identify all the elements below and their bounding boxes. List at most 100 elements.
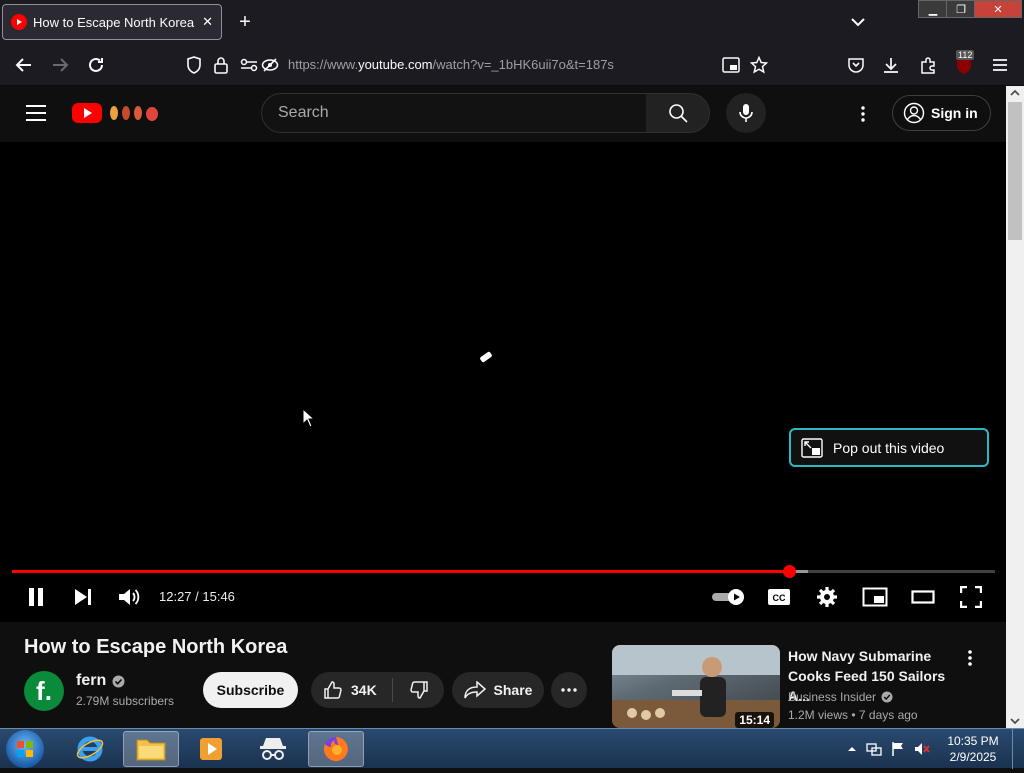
dislike-button[interactable] [393,680,444,700]
pause-button[interactable] [24,583,48,611]
address-bar-url[interactable]: https://www.youtube.com/watch?v=_1bHK6ui… [288,57,614,72]
browser-tab-active[interactable]: How to Escape North Korea - YouTube ✕ [2,4,222,40]
channel-name[interactable]: fern [76,672,106,690]
downloads-button[interactable] [880,54,902,76]
theater-mode-icon [911,590,935,604]
restore-window-button[interactable]: ❐ [946,0,976,18]
back-button[interactable] [13,54,35,76]
incognito-icon [260,738,286,760]
miniplayer-icon [862,587,888,607]
reload-button[interactable] [85,54,107,76]
url-path: /watch?v=_1bHK6uii7o&t=187s [432,57,614,72]
subtitles-button[interactable]: CC [766,583,792,611]
more-actions-button[interactable] [551,672,587,708]
guide-menu-icon[interactable] [26,104,46,122]
verified-badge-icon [881,691,893,703]
recommended-video-meta: 1.2M views • 7 days ago [788,708,918,722]
microphone-icon [739,104,753,122]
channel-name-row[interactable]: fern [76,672,125,690]
new-tab-button[interactable]: + [233,10,257,34]
show-hidden-icons-icon[interactable] [844,741,860,757]
watch-metadata: How to Escape North Korea f. fern 2.79M … [0,622,1006,728]
mute-button[interactable] [117,583,141,611]
eye-slash-icon [261,58,279,72]
skip-next-icon [75,589,91,605]
permissions-icon [240,58,258,72]
tracking-protection-button[interactable] [183,54,205,76]
theater-mode-button[interactable] [909,583,937,611]
youtube-logo-icon[interactable] [72,101,172,125]
scroll-up-icon[interactable] [1006,86,1024,100]
system-clock[interactable]: 10:35 PM 2/9/2025 [942,733,1004,765]
progress-scrubber-handle[interactable] [782,565,796,578]
recommended-more-icon[interactable] [962,648,978,668]
bookmark-button[interactable] [748,54,770,76]
extensions-button[interactable] [917,54,939,76]
tab-list-chevron-icon[interactable] [848,12,868,32]
taskbar-internet-explorer[interactable] [62,731,118,767]
like-button[interactable]: 34K [311,678,393,702]
permissions-button[interactable] [238,54,260,76]
recommended-video-thumbnail[interactable]: 15:14 [612,645,780,728]
pause-icon [29,588,43,606]
scroll-down-icon[interactable] [1006,714,1024,728]
sign-in-label: Sign in [931,105,978,121]
share-button[interactable]: Share [452,672,544,708]
start-button[interactable] [6,730,44,768]
recommended-channel-name[interactable]: Business Insider [788,690,876,704]
firefox-icon [323,737,348,761]
channel-avatar[interactable]: f. [24,671,64,711]
search-input[interactable] [278,104,646,122]
gear-icon [817,587,837,607]
clock-date: 2/9/2025 [949,750,997,764]
scrollbar-thumb[interactable] [1008,102,1022,240]
recommended-channel-row[interactable]: Business Insider [788,690,893,704]
hamburger-menu-icon [993,59,1007,71]
miniplayer-button[interactable] [861,583,889,611]
settings-button[interactable] [814,583,840,611]
network-icon[interactable] [866,741,882,757]
autoplay-toggle-icon [712,589,744,605]
ublock-extension-button[interactable]: 112 [953,50,975,76]
app-menu-button[interactable] [989,54,1011,76]
site-security-button[interactable] [210,54,232,76]
star-icon [750,56,768,74]
minimize-window-button[interactable]: ▁ [918,0,948,18]
video-player[interactable]: Pop out this video 12:27 / 15:46 CC [0,142,1006,622]
reader-view-button[interactable] [720,54,742,76]
voice-search-button[interactable] [726,93,766,133]
sign-in-button[interactable]: Sign in [892,95,991,131]
autoplay-toggle[interactable] [709,583,747,611]
progress-bar[interactable] [12,565,995,578]
thumbs-up-icon [324,681,342,699]
loading-spinner [479,351,493,363]
lock-icon [214,57,228,74]
taskbar-incognito-app[interactable] [245,731,301,767]
pop-out-video-button[interactable]: Pop out this video [789,428,989,467]
close-window-button[interactable]: ✕ [974,0,1022,18]
page-scrollbar[interactable] [1006,86,1024,728]
subscribe-button[interactable]: Subscribe [203,672,298,708]
like-count: 34K [351,682,377,698]
settings-more-button[interactable] [853,103,873,125]
next-video-button[interactable] [71,583,95,611]
tab-close-icon[interactable]: ✕ [202,14,213,30]
taskbar-media-player[interactable] [183,731,239,767]
pop-out-label: Pop out this video [833,439,945,456]
browser-tab-bar: How to Escape North Korea - YouTube ✕ + … [0,0,1024,44]
search-button[interactable] [646,93,710,133]
taskbar-firefox[interactable] [308,731,364,767]
forward-button[interactable] [49,54,71,76]
tracking-blocked-button[interactable] [259,54,281,76]
show-desktop-button[interactable] [1012,729,1024,769]
back-arrow-icon [15,58,31,72]
search-box[interactable] [261,93,647,133]
pocket-button[interactable] [845,54,867,76]
action-center-flag-icon[interactable] [890,741,906,757]
taskbar-file-explorer[interactable] [123,731,179,767]
fullscreen-button[interactable] [957,583,985,611]
browser-nav-bar: https://www.youtube.com/watch?v=_1bHK6ui… [0,44,1024,86]
volume-muted-icon[interactable] [914,741,930,757]
time-display: 12:27 / 15:46 [159,589,235,604]
like-dislike-group: 34K [311,672,444,708]
